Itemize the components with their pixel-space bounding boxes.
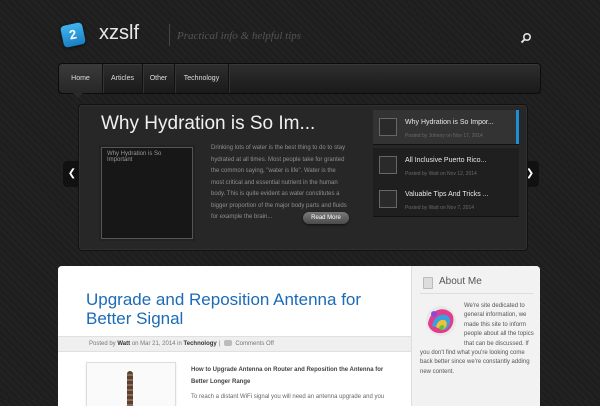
featured-thumbnail-alt: Why Hydration is So Important bbox=[107, 151, 162, 163]
featured-list-item[interactable]: Valuable Tips And Tricks ... Posted by W… bbox=[373, 182, 519, 217]
featured-list-meta: Posted by Watt on Nov 7, 2014 bbox=[405, 205, 475, 211]
featured-list: Why Hydration is So Impor... Posted by J… bbox=[373, 110, 519, 217]
meta-category-link[interactable]: Technology bbox=[184, 341, 217, 347]
meta-author-link[interactable]: Watt bbox=[117, 341, 130, 347]
nav-item-technology[interactable]: Technology bbox=[175, 64, 229, 93]
post-meta-line: Posted by Watt on Mar 21, 2014 in Techno… bbox=[89, 337, 274, 351]
site-title[interactable]: xzslf bbox=[99, 22, 139, 45]
post-title[interactable]: Upgrade and Reposition Antenna for Bette… bbox=[86, 290, 406, 328]
featured-list-thumb bbox=[379, 190, 397, 208]
featured-slider: Why Hydration is So Im... Why Hydration … bbox=[78, 104, 528, 251]
featured-list-title: Why Hydration is So Impor... bbox=[405, 119, 494, 126]
main-nav: Home Articles Other Technology bbox=[58, 63, 541, 94]
about-text-block: We're site dedicated to general informat… bbox=[420, 302, 536, 377]
featured-list-item[interactable]: All Inclusive Puerto Rico... Posted by W… bbox=[373, 148, 519, 183]
nav-item-other[interactable]: Other bbox=[143, 64, 175, 93]
main-content-area: Upgrade and Reposition Antenna for Bette… bbox=[58, 266, 540, 406]
about-divider bbox=[420, 293, 533, 294]
site-tagline: Practical info & helpful tips bbox=[177, 30, 302, 42]
nav-active-indicator bbox=[73, 93, 83, 98]
featured-list-thumb bbox=[379, 118, 397, 136]
post-thumbnail[interactable] bbox=[86, 362, 176, 406]
active-indicator-bar bbox=[516, 110, 519, 144]
featured-list-thumb bbox=[379, 156, 397, 174]
post-column: Upgrade and Reposition Antenna for Bette… bbox=[58, 266, 411, 406]
document-icon bbox=[423, 277, 433, 289]
featured-list-meta: Posted by Johnny on Nov 17, 2014 bbox=[405, 133, 483, 139]
featured-title[interactable]: Why Hydration is So Im... bbox=[101, 113, 315, 135]
comment-icon bbox=[223, 340, 232, 347]
search-icon[interactable] bbox=[520, 32, 532, 44]
featured-thumbnail[interactable]: Why Hydration is So Important bbox=[101, 147, 193, 239]
about-avatar bbox=[420, 302, 464, 340]
antenna-cable-image bbox=[127, 371, 133, 406]
post-meta: Posted by Watt on Mar 21, 2014 in Techno… bbox=[58, 336, 411, 352]
colorful-heads-icon bbox=[426, 306, 456, 336]
meta-date: on Mar 21, 2014 in bbox=[131, 341, 182, 347]
meta-comments: Comments Off bbox=[235, 341, 274, 347]
about-title: About Me bbox=[439, 276, 482, 287]
read-more-button[interactable]: Read More bbox=[303, 212, 349, 224]
featured-list-title: Valuable Tips And Tricks ... bbox=[405, 191, 489, 198]
title-divider bbox=[169, 24, 170, 46]
chevron-left-icon: ❮ bbox=[67, 168, 77, 179]
header: 2 xzslf Practical info & helpful tips bbox=[0, 0, 600, 62]
post-subheading: How to Upgrade Antenna on Router and Rep… bbox=[191, 367, 384, 385]
featured-list-title: All Inclusive Puerto Rico... bbox=[405, 157, 487, 164]
logo-icon[interactable]: 2 bbox=[59, 21, 87, 49]
featured-list-item[interactable]: Why Hydration is So Impor... Posted by J… bbox=[373, 110, 519, 145]
sidebar: About Me We're site dedicated to general… bbox=[411, 266, 540, 406]
post-body: To reach a distant WiFi signal you will … bbox=[191, 394, 385, 400]
meta-posted-by: Posted by bbox=[89, 341, 116, 347]
meta-separator: | bbox=[218, 341, 220, 347]
nav-item-articles[interactable]: Articles bbox=[103, 64, 143, 93]
nav-item-home[interactable]: Home bbox=[59, 64, 103, 93]
featured-list-meta: Posted by Watt on Nov 12, 2014 bbox=[405, 171, 477, 177]
